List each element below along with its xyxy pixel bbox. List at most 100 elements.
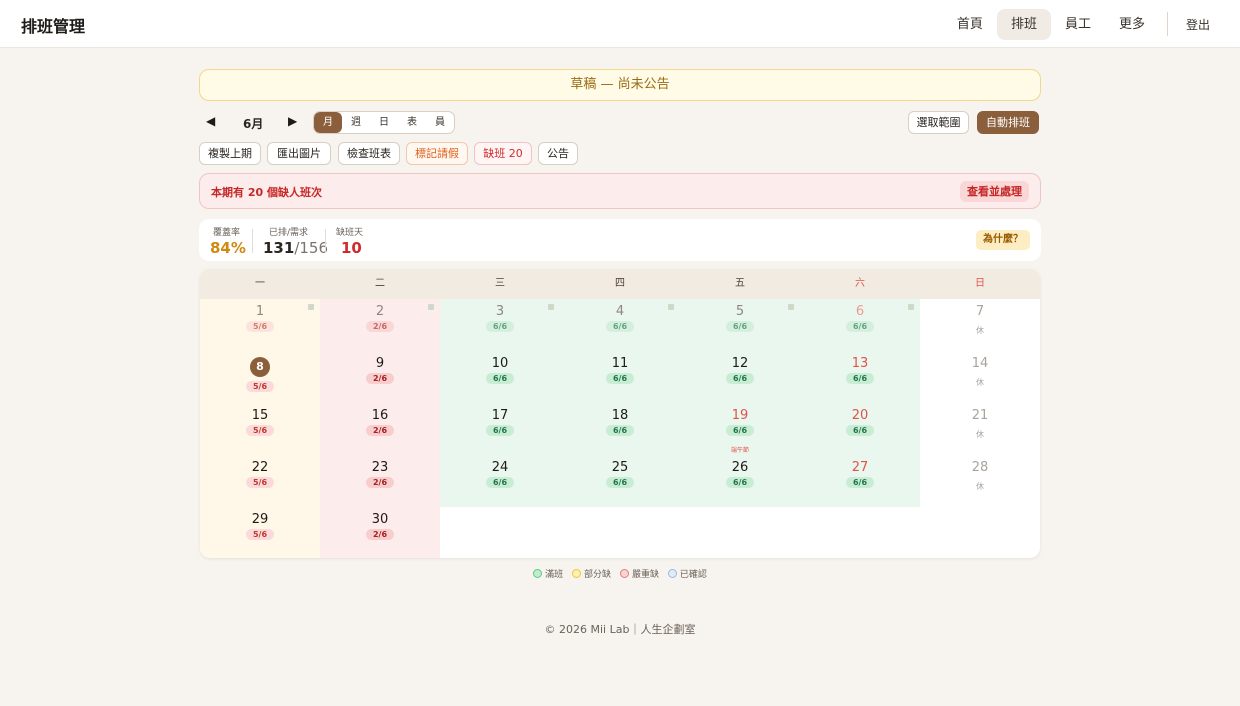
confirm-icon xyxy=(548,304,554,310)
calendar-day-cell[interactable]: 9 2/6 xyxy=(320,351,440,403)
check-schedule-button[interactable]: 檢查班表 xyxy=(338,142,400,165)
month-calendar: 一 二 三 四 五 六 日 1 5/6 2 2/6 3 6/6 4 6/6 5 6/6 6 6/6 7 休… xyxy=(200,269,1040,558)
calendar-day-cell[interactable]: 28 休 xyxy=(920,455,1040,507)
calendar-day-cell[interactable]: 17 6/6 xyxy=(440,403,560,455)
copy-previous-button[interactable]: 複製上期 xyxy=(199,142,261,165)
day-number: 29 xyxy=(251,512,269,527)
calendar-day-cell[interactable]: 27 6/6 xyxy=(800,455,920,507)
export-image-button[interactable]: 匯出圖片 xyxy=(267,142,331,165)
view-month-tab[interactable]: 月 xyxy=(314,112,342,133)
calendar-day-cell[interactable]: 13 6/6 xyxy=(800,351,920,403)
day-number: 12 xyxy=(731,356,749,371)
coverage-badge: 6/6 xyxy=(606,373,634,384)
calendar-day-cell[interactable]: 21 休 xyxy=(920,403,1040,455)
coverage-badge: 6/6 xyxy=(486,373,514,384)
calendar-day-cell[interactable]: 10 6/6 xyxy=(440,351,560,403)
today-indicator: 8 xyxy=(250,357,270,377)
day-number: 26 xyxy=(731,460,749,475)
coverage-badge: 6/6 xyxy=(726,425,754,436)
calendar-day-cell[interactable]: 29 5/6 xyxy=(200,507,320,558)
calendar-day-cell[interactable]: 19 6/6 端午節 xyxy=(680,403,800,455)
coverage-badge: 2/6 xyxy=(366,425,394,436)
nav-schedule[interactable]: 排班 xyxy=(996,8,1051,40)
coverage-badge: 6/6 xyxy=(846,477,874,488)
legend-confirmed-dot xyxy=(667,569,677,578)
calendar-day-cell[interactable]: 18 6/6 xyxy=(560,403,680,455)
day-number: 23 xyxy=(371,460,389,475)
coverage-stat: 覆蓋率 84% xyxy=(210,225,246,257)
coverage-badge: 6/6 xyxy=(606,425,634,436)
coverage-badge: 5/6 xyxy=(246,529,274,540)
calendar-toolbar: ◀ 6月 ▶ 月 週 日 表 員 選取範圍 自動排班 xyxy=(199,111,1041,135)
weekday-wed: 三 xyxy=(495,278,505,289)
day-number: 17 xyxy=(491,408,509,423)
day-off-label: 休 xyxy=(976,378,984,387)
nav-more[interactable]: 更多 xyxy=(1105,9,1159,40)
mark-leave-button[interactable]: 標記請假 xyxy=(406,142,468,165)
calendar-day-cell[interactable]: 22 5/6 xyxy=(200,455,320,507)
day-off-label: 休 xyxy=(976,430,984,439)
calendar-day-cell[interactable]: 3 6/6 xyxy=(440,299,560,351)
weekday-header: 一 二 三 四 五 六 日 xyxy=(200,269,1040,299)
coverage-badge: 5/6 xyxy=(246,425,274,436)
calendar-day-cell[interactable]: 7休 xyxy=(920,299,1040,351)
calendar-day-cell[interactable]: 15 5/6 xyxy=(200,403,320,455)
calendar-day-cell[interactable]: 12 6/6 xyxy=(680,351,800,403)
select-range-button[interactable]: 選取範圍 xyxy=(908,111,969,134)
calendar-day-cell[interactable]: 1 5/6 xyxy=(200,299,320,351)
calendar-day-cell[interactable]: 11 6/6 xyxy=(560,351,680,403)
legend: 滿班 部分缺 嚴重缺 已確認 xyxy=(0,567,1240,580)
shortage-button[interactable]: 缺班 20 xyxy=(474,142,532,165)
nav-home[interactable]: 首頁 xyxy=(943,9,997,40)
scheduled-stat: 已排/需求 131/156 xyxy=(263,225,328,257)
nav-employees[interactable]: 員工 xyxy=(1051,9,1105,40)
logout-button[interactable]: 登出 xyxy=(1170,16,1240,33)
day-number: 16 xyxy=(371,408,389,423)
legend-partial: 部分缺 xyxy=(572,569,611,580)
calendar-day-cell[interactable]: 30 2/6 xyxy=(320,507,440,558)
legend-severe-dot xyxy=(619,569,629,578)
announce-button[interactable]: 公告 xyxy=(538,142,578,165)
next-month-icon[interactable]: ▶ xyxy=(288,114,297,128)
coverage-badge: 6/6 xyxy=(726,477,754,488)
calendar-day-cell[interactable]: 6 6/6 xyxy=(800,299,920,351)
auto-schedule-button[interactable]: 自動排班 xyxy=(977,111,1039,134)
weekday-mon: 一 xyxy=(255,278,265,289)
view-and-handle-button[interactable]: 查看並處理 xyxy=(960,181,1029,202)
coverage-badge: 6/6 xyxy=(486,425,514,436)
calendar-day-cell[interactable]: 4 6/6 xyxy=(560,299,680,351)
confirm-icon xyxy=(908,304,914,310)
day-number: 5 xyxy=(735,304,745,319)
calendar-day-cell[interactable]: 5 6/6 xyxy=(680,299,800,351)
calendar-day-cell[interactable]: 25 6/6 xyxy=(560,455,680,507)
view-week-tab[interactable]: 週 xyxy=(342,112,370,133)
coverage-badge: 6/6 xyxy=(606,477,634,488)
calendar-day-cell[interactable]: 23 2/6 xyxy=(320,455,440,507)
why-button[interactable]: 為什麼？ xyxy=(976,230,1030,250)
legend-confirmed-label: 已確認 xyxy=(679,570,707,580)
day-number: 7 xyxy=(975,304,985,319)
day-number: 18 xyxy=(611,408,629,423)
weekday-sat: 六 xyxy=(855,278,865,289)
coverage-badge: 6/6 xyxy=(606,321,634,332)
view-table-tab[interactable]: 表 xyxy=(398,112,426,133)
draft-banner: 草稿 — 尚未公告 xyxy=(199,69,1041,101)
view-staff-tab[interactable]: 員 xyxy=(426,112,454,133)
calendar-day-cell[interactable]: 8 5/6 xyxy=(200,351,320,403)
stats-panel: 覆蓋率 84% 已排/需求 131/156 缺班天 10 為什麼？ xyxy=(199,219,1041,261)
calendar-day-cell[interactable]: 2 2/6 xyxy=(320,299,440,351)
calendar-day-cell[interactable]: 14 休 xyxy=(920,351,1040,403)
calendar-day-cell[interactable]: 16 2/6 xyxy=(320,403,440,455)
calendar-day-cell[interactable]: 26 6/6 xyxy=(680,455,800,507)
calendar-day-cell[interactable]: 24 6/6 xyxy=(440,455,560,507)
scheduled-label: 已排/需求 xyxy=(269,228,309,238)
scheduled-value: 131/156 xyxy=(263,239,328,257)
prev-month-icon[interactable]: ◀ xyxy=(206,114,215,128)
view-day-tab[interactable]: 日 xyxy=(370,112,398,133)
coverage-badge: 2/6 xyxy=(366,477,394,488)
confirm-icon xyxy=(308,304,314,310)
calendar-day-cell[interactable]: 20 6/6 xyxy=(800,403,920,455)
main-nav: 首頁 排班 員工 更多 登出 xyxy=(943,0,1240,48)
weekday-thu: 四 xyxy=(615,278,625,289)
coverage-badge: 6/6 xyxy=(486,477,514,488)
